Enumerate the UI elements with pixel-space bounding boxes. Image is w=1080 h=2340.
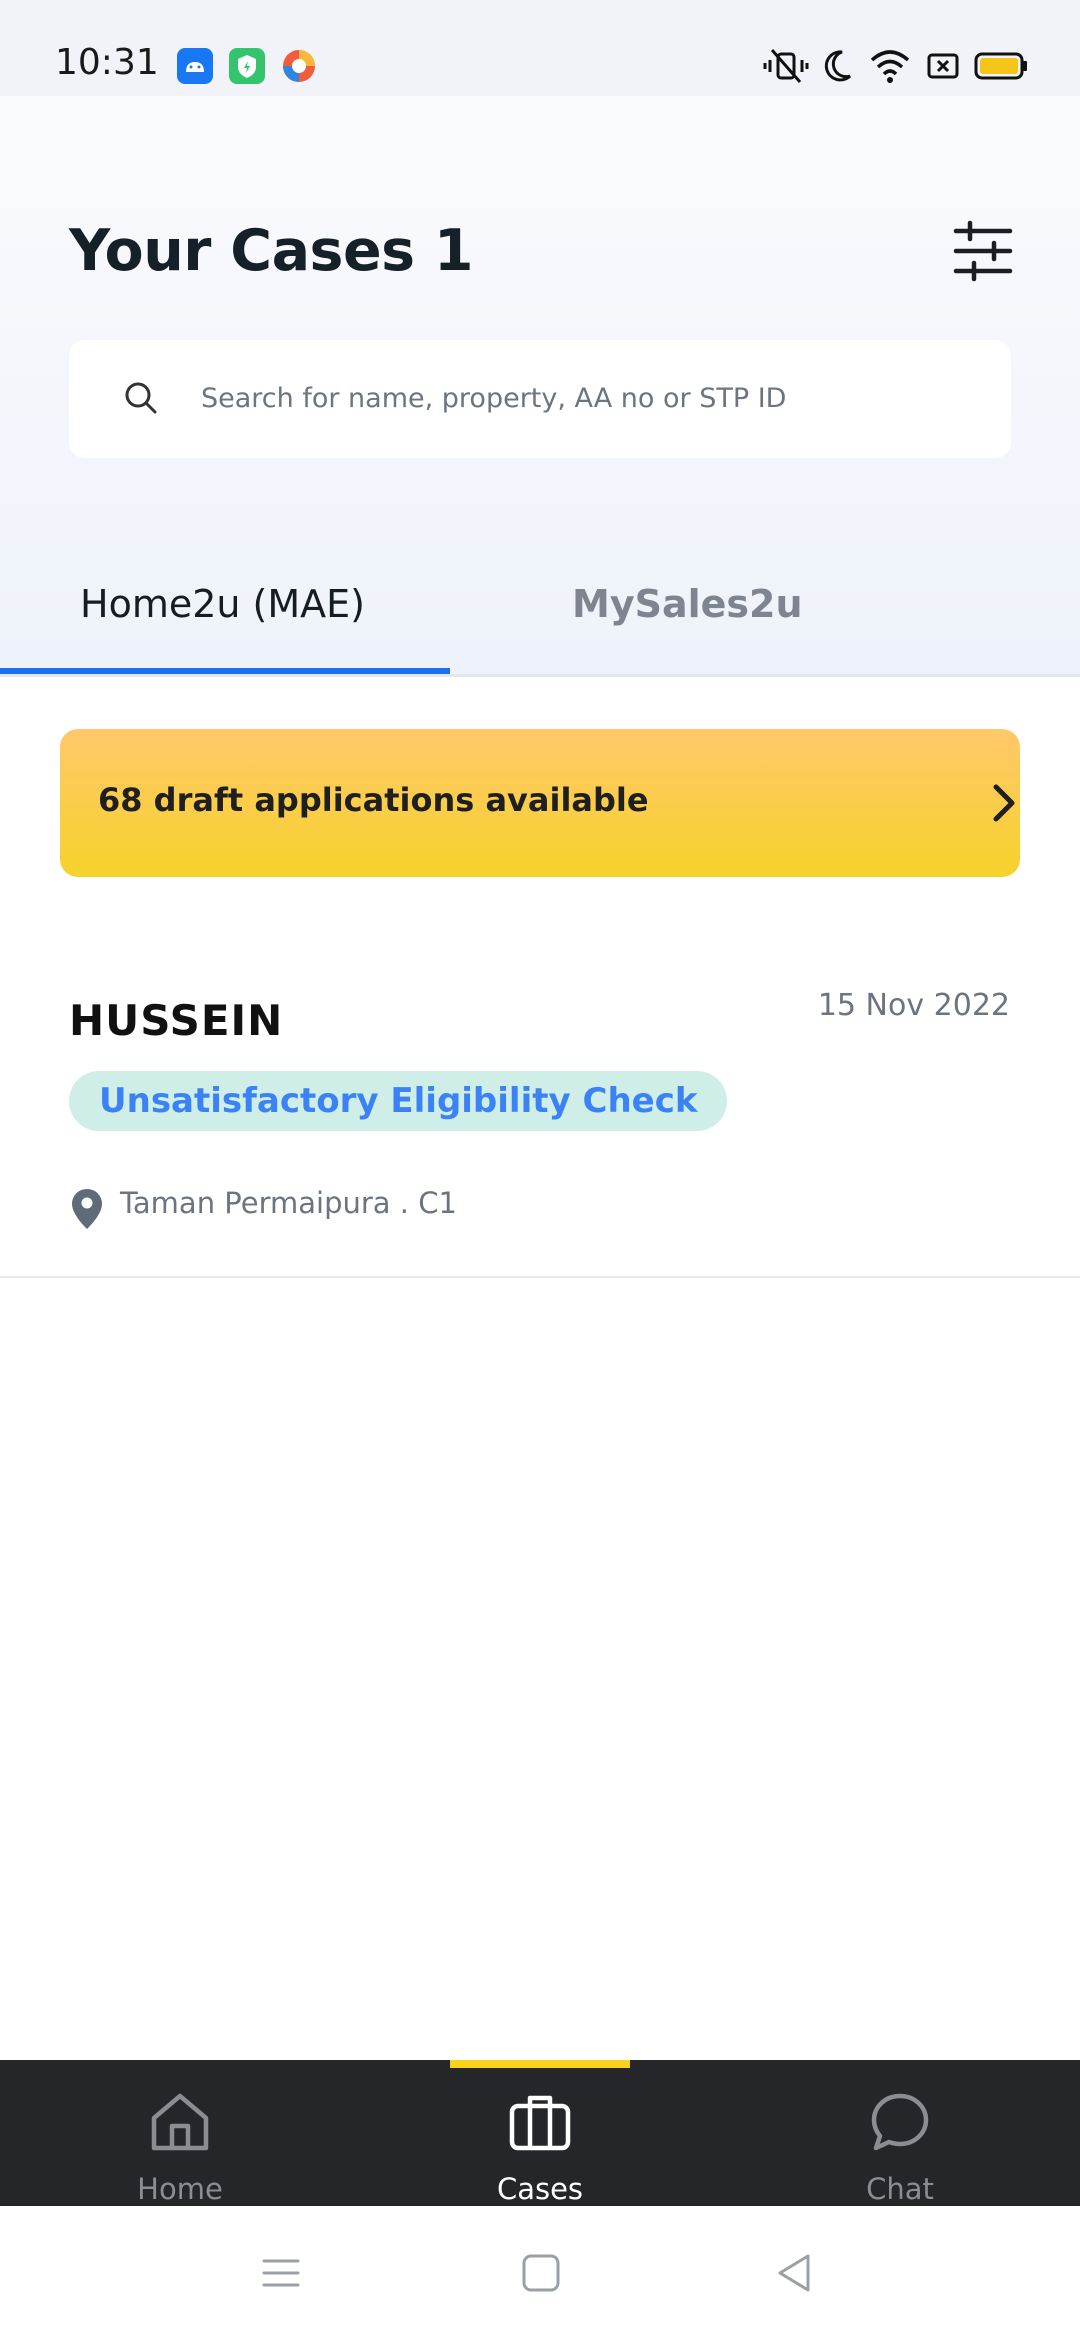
color-app-icon bbox=[281, 48, 317, 84]
filter-button[interactable] bbox=[950, 218, 1016, 284]
nav-chat[interactable]: Chat bbox=[720, 2060, 1080, 2206]
status-badge: Unsatisfactory Eligibility Check bbox=[69, 1071, 728, 1131]
case-date: 15 Nov 2022 bbox=[817, 988, 1010, 1023]
android-app-icon bbox=[177, 48, 213, 84]
draft-applications-text: 68 draft applications available bbox=[98, 781, 649, 819]
tab-bar: Home2u (MAE) MySales2u bbox=[0, 560, 1080, 676]
chat-bubble-icon bbox=[871, 2093, 929, 2151]
moon-icon bbox=[824, 50, 852, 82]
bottom-navigation: Home Cases Chat bbox=[0, 2060, 1080, 2206]
tab-mysales2u[interactable]: MySales2u bbox=[572, 582, 803, 626]
case-divider bbox=[0, 1276, 1080, 1278]
battery-icon bbox=[974, 52, 1027, 80]
search-input[interactable]: Search for name, property, AA no or STP … bbox=[69, 340, 1011, 458]
status-time: 10:31 bbox=[55, 42, 159, 83]
status-bar: 10:31 bbox=[0, 0, 1080, 96]
case-location: Taman Permaipura . C1 bbox=[120, 1186, 457, 1220]
menu-key-icon[interactable] bbox=[258, 2250, 304, 2296]
vibrate-off-icon bbox=[763, 49, 809, 83]
search-placeholder: Search for name, property, AA no or STP … bbox=[201, 383, 787, 414]
page-title: Your Cases 1 bbox=[69, 218, 474, 284]
nav-cases[interactable]: Cases bbox=[360, 2060, 720, 2206]
chevron-right-icon bbox=[993, 784, 1015, 822]
search-icon bbox=[125, 382, 157, 414]
back-key-icon[interactable] bbox=[772, 2250, 818, 2296]
tab-home2u[interactable]: Home2u (MAE) bbox=[80, 582, 365, 626]
draft-applications-banner[interactable]: 68 draft applications available bbox=[60, 729, 1020, 877]
nav-home[interactable]: Home bbox=[0, 2060, 360, 2206]
sliders-icon bbox=[953, 220, 1013, 282]
home-icon bbox=[151, 2093, 209, 2151]
nav-home-label: Home bbox=[137, 2172, 223, 2206]
location-pin-icon bbox=[72, 1189, 102, 1229]
system-navigation-bar bbox=[0, 2206, 1080, 2340]
nav-cases-label: Cases bbox=[496, 2172, 584, 2206]
case-name: HUSSEIN bbox=[69, 996, 284, 1045]
nav-chat-label: Chat bbox=[866, 2172, 934, 2206]
tabs-divider bbox=[0, 674, 1080, 677]
wifi-icon bbox=[870, 50, 910, 83]
sim-icon bbox=[927, 53, 959, 79]
shield-app-icon bbox=[229, 48, 265, 84]
home-key-icon[interactable] bbox=[518, 2250, 564, 2296]
briefcase-icon bbox=[509, 2095, 571, 2151]
